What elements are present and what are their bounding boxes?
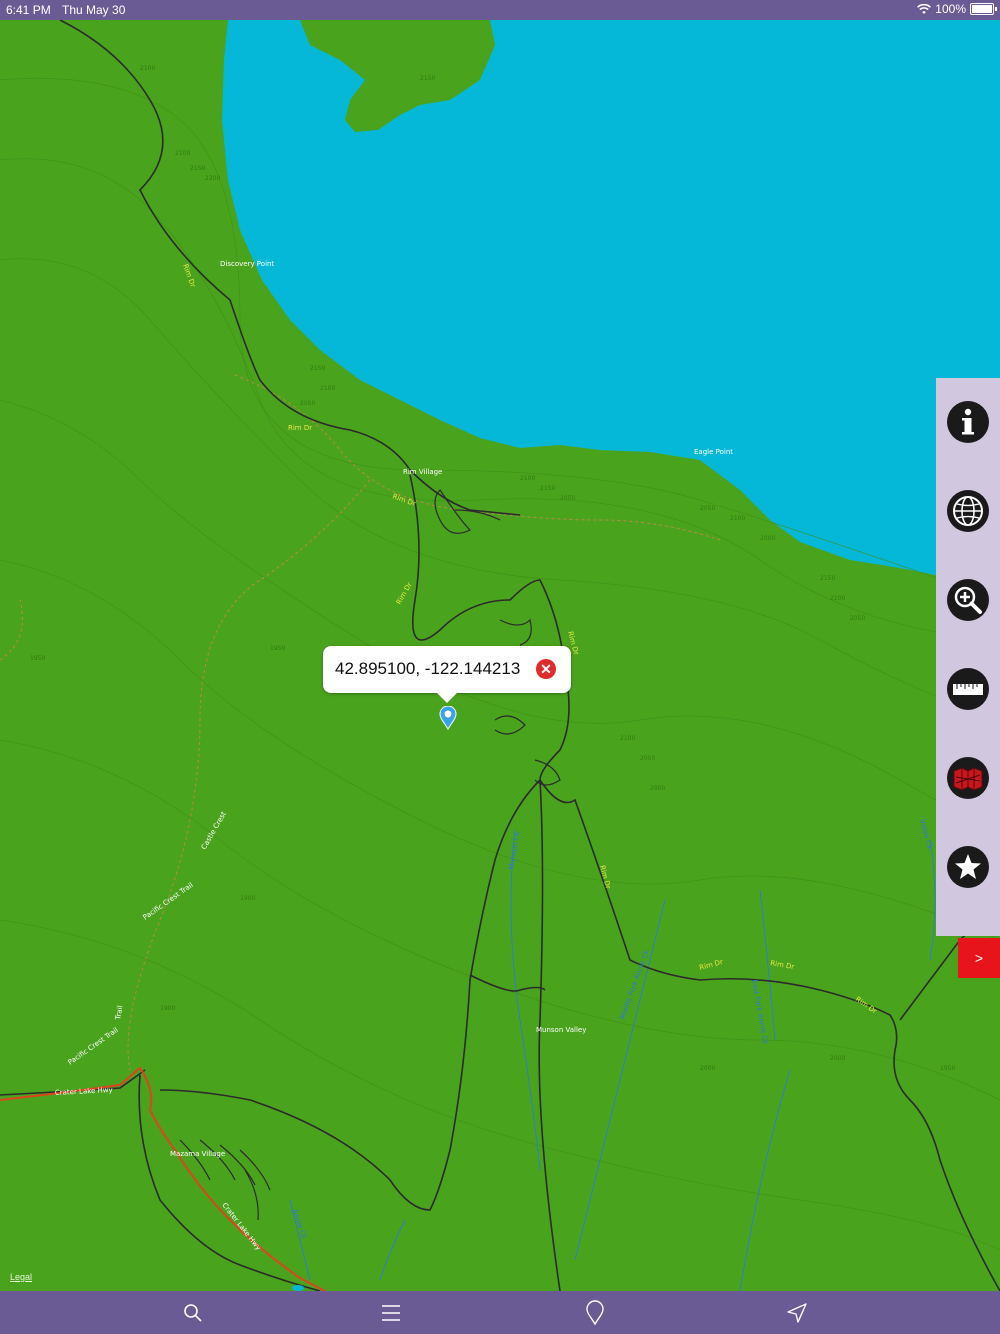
location-button[interactable] bbox=[767, 1291, 827, 1334]
status-bar: 6:41 PM Thu May 30 100% bbox=[0, 0, 1000, 20]
svg-text:2100: 2100 bbox=[620, 735, 635, 742]
svg-text:2050: 2050 bbox=[300, 400, 315, 407]
panel-toggle-button[interactable]: > bbox=[958, 938, 1000, 978]
svg-text:1950: 1950 bbox=[270, 645, 285, 652]
pin-button[interactable] bbox=[565, 1291, 625, 1334]
svg-text:1950: 1950 bbox=[940, 1065, 955, 1072]
list-icon bbox=[382, 1304, 400, 1321]
svg-text:2100: 2100 bbox=[175, 150, 190, 157]
status-time: 6:41 PM bbox=[6, 3, 51, 17]
label-rim-village: Rim Village bbox=[403, 468, 442, 476]
svg-text:1950: 1950 bbox=[30, 655, 45, 662]
label-eagle-point: Eagle Point bbox=[694, 448, 733, 456]
star-icon bbox=[955, 854, 981, 879]
svg-text:2050: 2050 bbox=[850, 615, 865, 622]
svg-text:2000: 2000 bbox=[700, 1065, 715, 1072]
dropped-pin-icon[interactable] bbox=[439, 706, 457, 730]
label-munson-valley: Munson Valley bbox=[536, 1026, 586, 1034]
info-icon bbox=[962, 408, 974, 435]
zoom-in-icon bbox=[954, 586, 982, 614]
map-layers-icon bbox=[953, 767, 983, 791]
label-mazama-village: Mazama Village bbox=[170, 1150, 225, 1158]
svg-text:2150: 2150 bbox=[420, 75, 435, 82]
svg-text:2100: 2100 bbox=[320, 385, 335, 392]
svg-text:2150: 2150 bbox=[310, 365, 325, 372]
svg-text:2000: 2000 bbox=[760, 535, 775, 542]
wifi-icon bbox=[917, 3, 932, 14]
battery-percent: 100% bbox=[935, 2, 966, 16]
status-right: 100% bbox=[917, 2, 997, 16]
svg-text:2150: 2150 bbox=[820, 575, 835, 582]
svg-text:2100: 2100 bbox=[830, 595, 845, 602]
globe-icon bbox=[953, 496, 983, 526]
ruler-icon bbox=[953, 684, 983, 695]
svg-text:2100: 2100 bbox=[730, 515, 745, 522]
svg-text:2050: 2050 bbox=[640, 755, 655, 762]
list-button[interactable] bbox=[361, 1291, 421, 1334]
pin-icon bbox=[586, 1299, 604, 1325]
zoom-in-button[interactable] bbox=[947, 579, 989, 621]
coordinate-callout: 42.895100, -122.144213 ✕ bbox=[323, 646, 571, 703]
svg-text:2000: 2000 bbox=[830, 1055, 845, 1062]
svg-text:2150: 2150 bbox=[190, 165, 205, 172]
svg-text:2100: 2100 bbox=[520, 475, 535, 482]
search-icon bbox=[184, 1303, 202, 1322]
status-date: Thu May 30 bbox=[62, 3, 126, 17]
svg-text:2100: 2100 bbox=[140, 65, 155, 72]
svg-text:2200: 2200 bbox=[205, 175, 220, 182]
info-button[interactable] bbox=[947, 401, 989, 443]
label-rim-dr-2: Rim Dr bbox=[288, 424, 312, 432]
favorites-button[interactable] bbox=[947, 846, 989, 888]
close-icon[interactable]: ✕ bbox=[536, 659, 556, 679]
globe-button[interactable] bbox=[947, 490, 989, 532]
bottom-toolbar bbox=[0, 1291, 1000, 1334]
coordinate-text: 42.895100, -122.144213 bbox=[335, 659, 521, 678]
ruler-button[interactable] bbox=[947, 668, 989, 710]
svg-text:2000: 2000 bbox=[650, 785, 665, 792]
svg-text:2050: 2050 bbox=[700, 505, 715, 512]
label-discovery-point: Discovery Point bbox=[220, 260, 274, 268]
location-arrow-icon bbox=[787, 1302, 807, 1323]
svg-text:1900: 1900 bbox=[160, 1005, 175, 1012]
map-layers-button[interactable] bbox=[947, 757, 989, 799]
search-button[interactable] bbox=[163, 1291, 223, 1334]
legal-link[interactable]: Legal bbox=[10, 1272, 32, 1282]
battery-icon bbox=[970, 3, 997, 15]
svg-text:2150: 2150 bbox=[540, 485, 555, 492]
svg-text:1900: 1900 bbox=[240, 895, 255, 902]
map-tools-panel bbox=[936, 378, 1000, 936]
svg-text:2050: 2050 bbox=[560, 495, 575, 502]
